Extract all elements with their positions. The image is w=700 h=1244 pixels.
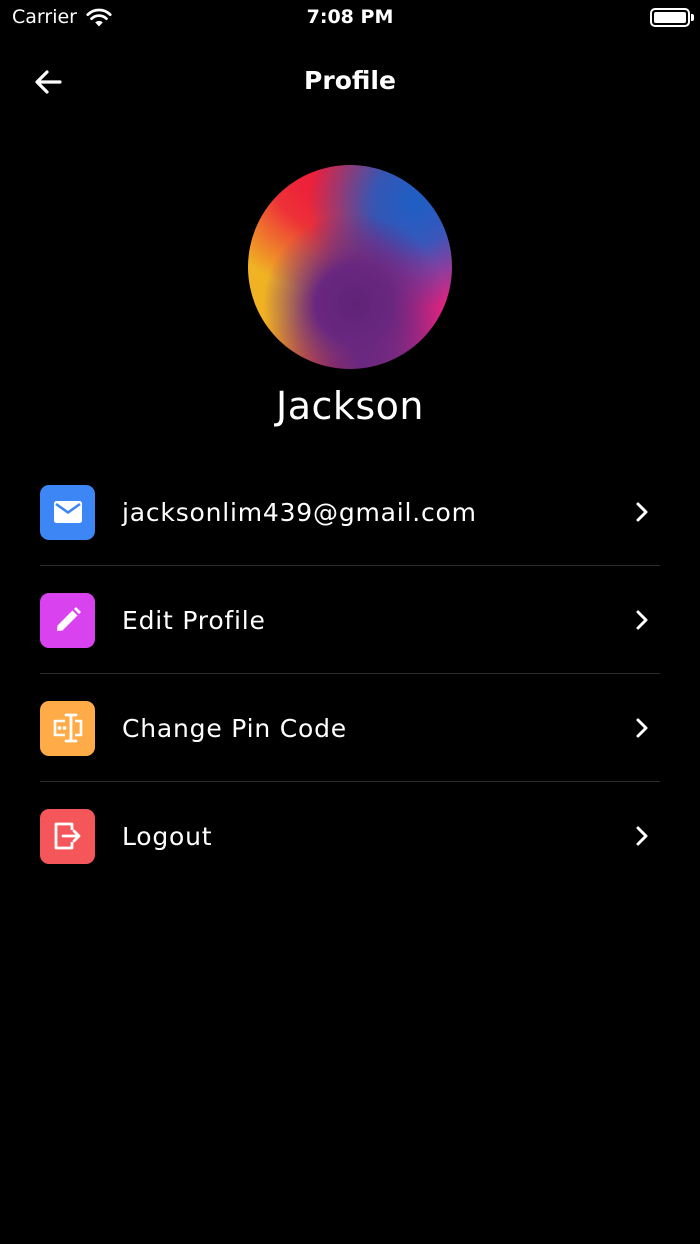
- menu-item-change-pin[interactable]: Change Pin Code: [40, 674, 660, 782]
- profile-menu: jacksonlim439@gmail.com Edit Profile Cha…: [40, 458, 660, 890]
- battery-icon: [650, 8, 694, 27]
- logout-label: Logout: [122, 821, 213, 851]
- avatar: [248, 165, 452, 369]
- chevron-right-icon: [630, 608, 654, 632]
- edit-profile-label: Edit Profile: [122, 605, 266, 635]
- menu-item-edit-profile[interactable]: Edit Profile: [40, 566, 660, 674]
- pin-code-icon: [53, 713, 82, 743]
- page-title: Profile: [304, 66, 396, 95]
- profile-screen: Carrier 7:08 PM Profile Jackson jacksonl…: [0, 0, 700, 1244]
- email-icon-tile: [40, 484, 95, 540]
- chevron-right-icon: [630, 500, 654, 524]
- chevron-right-icon: [630, 824, 654, 848]
- menu-item-logout[interactable]: Logout: [40, 782, 660, 890]
- pencil-icon: [56, 607, 81, 631]
- status-bar: Carrier 7:08 PM: [0, 0, 700, 36]
- email-label: jacksonlim439@gmail.com: [122, 497, 477, 527]
- mail-icon: [53, 501, 82, 523]
- logout-icon: [54, 822, 80, 850]
- status-time: 7:08 PM: [306, 6, 394, 28]
- menu-item-email[interactable]: jacksonlim439@gmail.com: [40, 458, 660, 566]
- profile-name: Jackson: [275, 384, 425, 428]
- change-pin-label: Change Pin Code: [122, 713, 347, 743]
- nav-bar: Profile: [0, 52, 700, 112]
- change-pin-icon-tile: [40, 700, 95, 756]
- edit-profile-icon-tile: [40, 592, 95, 648]
- chevron-right-icon: [630, 716, 654, 740]
- logout-icon-tile: [40, 808, 95, 864]
